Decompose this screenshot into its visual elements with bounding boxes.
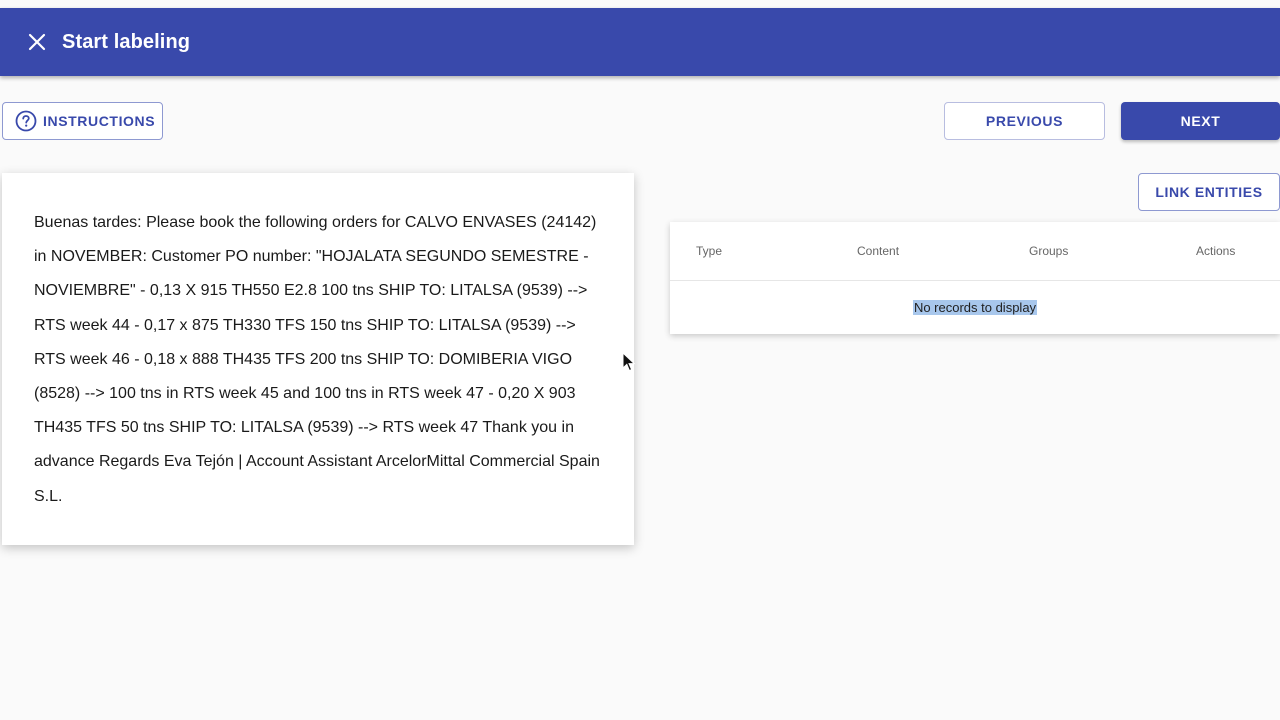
column-header-actions: Actions bbox=[1196, 244, 1236, 258]
link-entities-button[interactable]: LINK ENTITIES bbox=[1138, 173, 1280, 211]
next-label: NEXT bbox=[1180, 113, 1221, 129]
column-header-type[interactable]: Type bbox=[696, 244, 722, 258]
document-card: Buenas tardes: Please book the following… bbox=[2, 173, 634, 545]
help-circle-icon bbox=[15, 110, 37, 132]
page-title: Start labeling bbox=[62, 30, 191, 53]
document-text[interactable]: Buenas tardes: Please book the following… bbox=[34, 206, 602, 514]
next-button[interactable]: NEXT bbox=[1121, 102, 1280, 140]
app-bar: Start labeling bbox=[0, 8, 1280, 76]
column-header-content[interactable]: Content bbox=[857, 244, 899, 258]
close-icon bbox=[28, 33, 46, 51]
empty-message: No records to display bbox=[912, 299, 1038, 315]
previous-button[interactable]: PREVIOUS bbox=[944, 102, 1105, 140]
table-empty-row: No records to display bbox=[670, 281, 1280, 333]
column-header-groups[interactable]: Groups bbox=[1029, 244, 1068, 258]
table-header: Type Content Groups Actions bbox=[670, 222, 1280, 281]
entities-table: Type Content Groups Actions No records t… bbox=[670, 222, 1280, 334]
previous-label: PREVIOUS bbox=[985, 113, 1064, 129]
mouse-cursor-icon bbox=[622, 351, 636, 377]
instructions-label: INSTRUCTIONS bbox=[43, 113, 156, 129]
instructions-button[interactable]: INSTRUCTIONS bbox=[2, 102, 163, 140]
close-button[interactable] bbox=[19, 24, 55, 60]
link-entities-label: LINK ENTITIES bbox=[1155, 184, 1263, 200]
